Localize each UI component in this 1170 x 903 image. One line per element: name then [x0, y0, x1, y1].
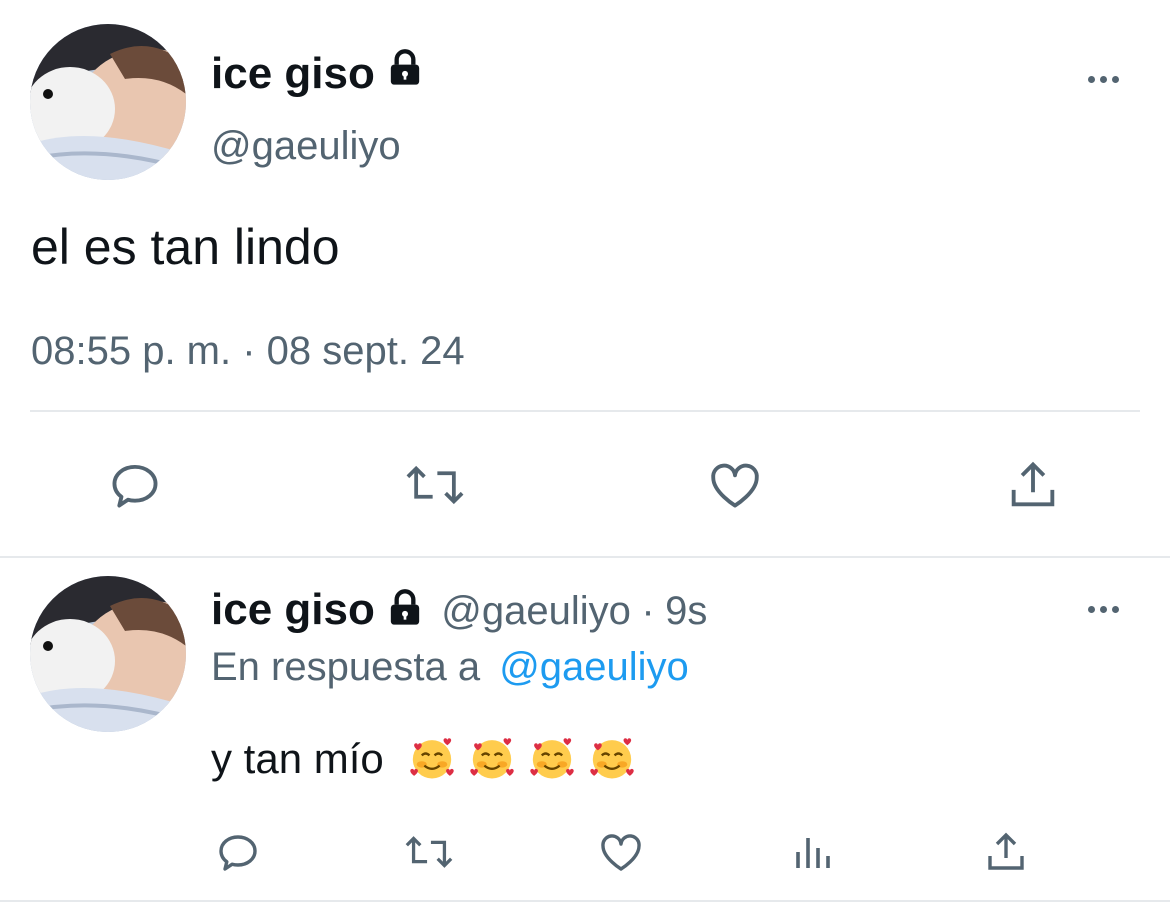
reply-retweet-icon[interactable]	[402, 828, 456, 876]
reply-tweet-text: y tan mío	[211, 735, 635, 781]
reply-more-options-icon[interactable]	[1088, 600, 1132, 620]
smiling-face-with-hearts-emoji	[590, 738, 635, 779]
reply-header: ice giso @gaeuliyo · 9s	[211, 588, 707, 632]
display-name-text: ice giso	[211, 49, 375, 98]
smiling-face-with-hearts-emoji	[470, 738, 515, 779]
user-handle[interactable]: @gaeuliyo	[211, 126, 401, 166]
reply-icon[interactable]	[106, 456, 164, 514]
reply-reply-icon[interactable]	[214, 828, 262, 876]
reply-text: y tan mío	[211, 735, 384, 782]
section-divider	[0, 556, 1170, 558]
divider	[30, 410, 1140, 412]
emoji-row	[395, 735, 635, 782]
tweet-text: el es tan lindo	[31, 219, 340, 275]
retweet-icon[interactable]	[402, 456, 468, 514]
display-name[interactable]: ice giso	[211, 48, 425, 96]
tweet-timestamp[interactable]: 08:55 p. m. · 08 sept. 24	[31, 331, 465, 371]
reply-handle[interactable]: @gaeuliyo	[441, 589, 631, 633]
bottom-divider	[0, 900, 1170, 902]
reply-like-icon[interactable]	[597, 828, 645, 876]
smiling-face-with-hearts-emoji	[530, 738, 575, 779]
reply-share-icon[interactable]	[982, 828, 1030, 876]
avatar[interactable]	[30, 24, 186, 180]
separator-dot: ·	[641, 589, 655, 633]
replying-to-line: En respuesta a @gaeuliyo	[211, 647, 689, 687]
lock-icon	[390, 49, 420, 85]
views-icon[interactable]	[790, 828, 838, 876]
lock-icon	[390, 589, 420, 625]
reply-display-name[interactable]: ice giso	[211, 585, 375, 634]
share-icon[interactable]	[1004, 456, 1062, 514]
like-icon[interactable]	[706, 456, 764, 514]
more-options-icon[interactable]	[1088, 70, 1132, 90]
reply-time[interactable]: 9s	[665, 589, 707, 633]
reply-avatar[interactable]	[30, 576, 186, 732]
replying-prefix: En respuesta a	[211, 645, 481, 689]
replying-to-mention[interactable]: @gaeuliyo	[499, 645, 689, 689]
smiling-face-with-hearts-emoji	[410, 738, 455, 779]
